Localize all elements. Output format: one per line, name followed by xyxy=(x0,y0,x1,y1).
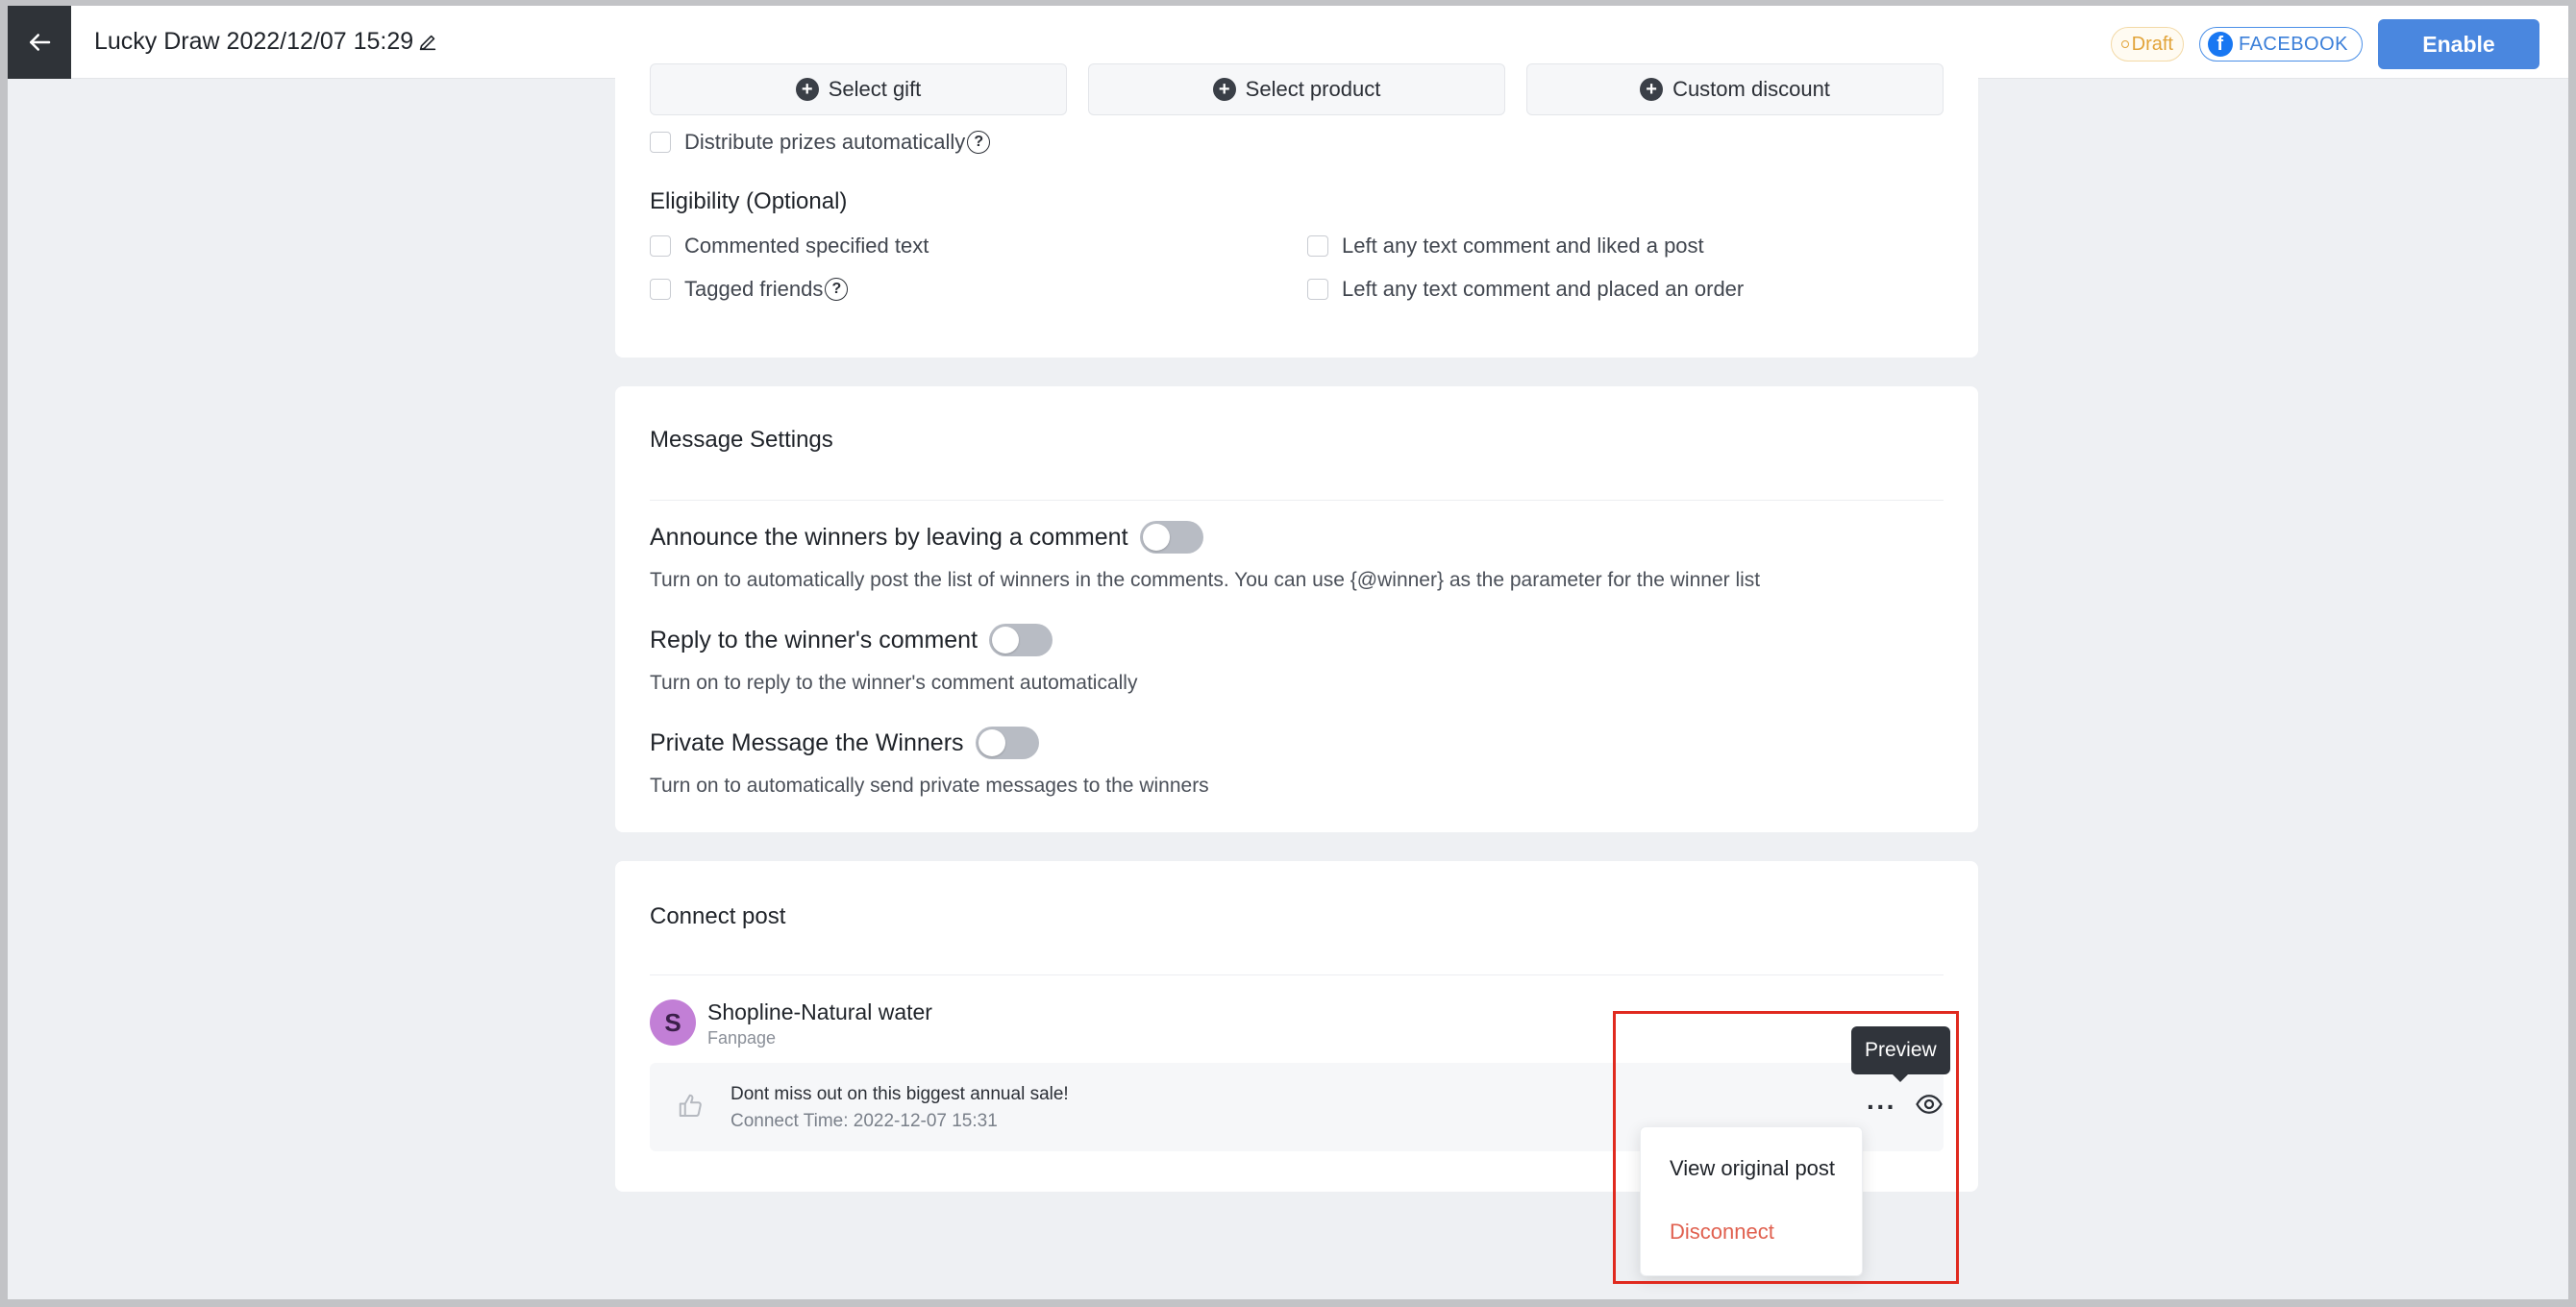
preview-tooltip: Preview xyxy=(1851,1026,1950,1082)
message-settings-card: Message Settings Announce the winners by… xyxy=(615,386,1978,832)
disconnect-item[interactable]: Disconnect xyxy=(1670,1220,1774,1245)
platform-badge-label: FACEBOOK xyxy=(2238,33,2348,55)
eligibility-checkbox[interactable] xyxy=(650,235,671,257)
help-icon[interactable]: ? xyxy=(825,278,849,301)
facebook-icon: f xyxy=(2207,32,2233,57)
thumbs-up-icon xyxy=(679,1094,702,1117)
status-badge-label: Draft xyxy=(2131,33,2173,55)
connect-post-title: Connect post xyxy=(650,903,786,929)
edit-pencil-icon[interactable] xyxy=(417,32,438,53)
custom-discount-label: Custom discount xyxy=(1672,77,1830,101)
page-title: Lucky Draw 2022/12/07 15:29 xyxy=(94,28,414,55)
prizes-card: + Select gift + Select product + Custom … xyxy=(615,6,1978,358)
setting-description: Turn on to automatically send private me… xyxy=(650,775,1209,797)
eligibility-checkbox[interactable] xyxy=(650,279,671,300)
arrow-left-icon xyxy=(30,33,51,51)
eligibility-option: Commented specified text xyxy=(650,234,929,259)
divider xyxy=(650,974,1944,975)
eligibility-option: Left any text comment and liked a post xyxy=(1307,234,1704,259)
setting-title: Private Message the Winners xyxy=(650,728,964,756)
eligibility-label: Commented specified text xyxy=(684,234,929,258)
distribute-prizes-label: Distribute prizes automatically xyxy=(684,130,966,154)
eligibility-checkbox[interactable] xyxy=(1307,279,1328,300)
plus-circle-icon: + xyxy=(795,78,819,101)
view-original-post-item[interactable]: View original post xyxy=(1670,1156,1835,1181)
plus-circle-icon: + xyxy=(1640,78,1664,101)
distribute-prizes-checkbox[interactable] xyxy=(650,132,671,153)
fanpage-type: Fanpage xyxy=(707,1028,777,1048)
page-title-wrap: Lucky Draw 2022/12/07 15:29 xyxy=(94,28,438,56)
select-product-button[interactable]: + Select product xyxy=(1088,63,1505,115)
announce-winners-setting: Announce the winners by leaving a commen… xyxy=(650,521,1203,554)
eligibility-label: Left any text comment and liked a post xyxy=(1342,234,1704,258)
setting-description: Turn on to reply to the winner's comment… xyxy=(650,672,1138,694)
announce-winners-toggle[interactable] xyxy=(1139,521,1203,554)
message-settings-title: Message Settings xyxy=(650,427,833,453)
status-dot-icon xyxy=(2120,40,2129,48)
eligibility-label: Tagged friends xyxy=(684,277,824,301)
eye-icon[interactable] xyxy=(1915,1090,1944,1119)
status-badge: Draft xyxy=(2110,27,2184,62)
private-message-toggle[interactable] xyxy=(975,727,1039,759)
select-gift-button[interactable]: + Select gift xyxy=(650,63,1067,115)
setting-title: Announce the winners by leaving a commen… xyxy=(650,523,1128,551)
connect-time: Connect Time: 2022-12-07 15:31 xyxy=(731,1111,998,1131)
back-button[interactable] xyxy=(8,6,71,79)
reply-comment-setting: Reply to the winner's comment xyxy=(650,624,1053,656)
reply-comment-toggle[interactable] xyxy=(989,624,1053,656)
eligibility-option: Left any text comment and placed an orde… xyxy=(1307,277,1744,302)
setting-title: Reply to the winner's comment xyxy=(650,626,978,654)
select-product-label: Select product xyxy=(1245,77,1381,101)
help-icon[interactable]: ? xyxy=(967,131,991,154)
post-options-menu: View original post Disconnect xyxy=(1640,1126,1863,1276)
custom-discount-button[interactable]: + Custom discount xyxy=(1526,63,1944,115)
platform-badge: f FACEBOOK xyxy=(2198,27,2363,62)
eligibility-title: Eligibility (Optional) xyxy=(650,188,848,214)
eligibility-option: Tagged friends ? xyxy=(650,277,849,302)
enable-button[interactable]: Enable xyxy=(2378,19,2539,69)
private-message-setting: Private Message the Winners xyxy=(650,727,1039,759)
avatar: S xyxy=(650,999,696,1046)
more-options-icon[interactable]: ··· xyxy=(1867,1092,1896,1122)
app-window: Lucky Draw 2022/12/07 15:29 Draft f FACE… xyxy=(0,0,2576,1307)
eligibility-checkbox[interactable] xyxy=(1307,235,1328,257)
eligibility-label: Left any text comment and placed an orde… xyxy=(1342,277,1745,301)
fanpage-name: Shopline-Natural water xyxy=(707,999,932,1024)
plus-circle-icon: + xyxy=(1212,78,1236,101)
distribute-prizes-option: Distribute prizes automatically ? xyxy=(650,130,991,155)
header-actions: Draft f FACEBOOK Enable xyxy=(2110,19,2539,69)
divider xyxy=(650,500,1944,501)
post-text: Dont miss out on this biggest annual sal… xyxy=(731,1084,1069,1104)
select-gift-label: Select gift xyxy=(828,77,922,101)
setting-description: Turn on to automatically post the list o… xyxy=(650,569,1761,591)
